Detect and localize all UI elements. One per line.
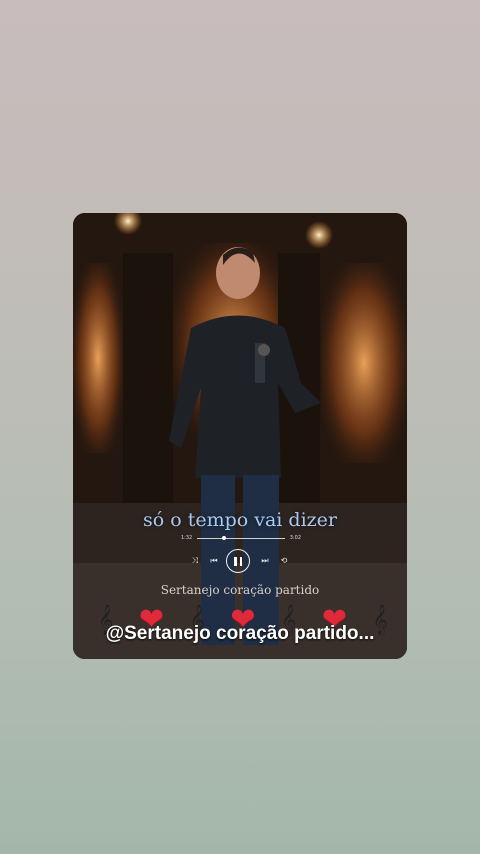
pause-icon — [234, 556, 237, 566]
skip-previous-icon[interactable]: ⏮ — [208, 556, 220, 566]
lyric-text: só o tempo vai dizer — [143, 509, 337, 531]
shuffle-icon[interactable]: ⤨ — [189, 556, 201, 566]
skip-next-icon[interactable]: ⏭ — [259, 556, 271, 566]
pause-button[interactable] — [226, 549, 250, 573]
elapsed-time: 1:32 — [181, 535, 193, 541]
repeat-icon[interactable]: ⟲ — [278, 556, 290, 566]
progress-track[interactable] — [197, 536, 285, 540]
video-card[interactable]: só o tempo vai dizer 1:32 3:02 ⤨ ⏮ ⏭ ⟲ S… — [73, 213, 407, 659]
progress-thumb[interactable] — [221, 536, 226, 540]
player-controls: ⤨ ⏮ ⏭ ⟲ — [73, 549, 407, 577]
subtitle-text: Sertanejo coração partido — [160, 583, 320, 597]
channel-handle[interactable]: @Sertanejo coração partido... — [73, 623, 407, 645]
duration-time: 3:02 — [289, 535, 301, 541]
progress-row: 1:32 3:02 — [181, 535, 301, 545]
